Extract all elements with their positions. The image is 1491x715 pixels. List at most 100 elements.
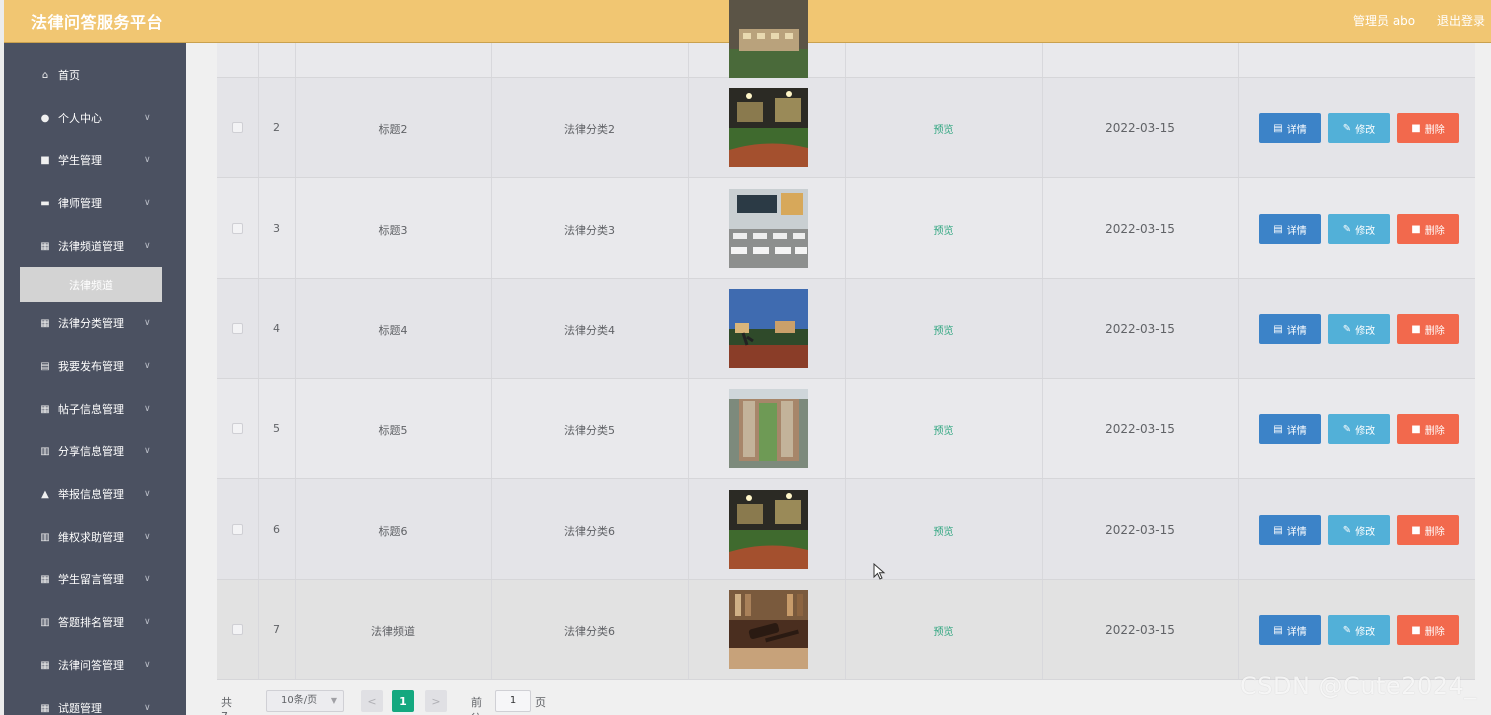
table-row: 2 标题2 法律分类2 预览 2022-03-15 ▤ 详情 ✎ 修改 ■ 删除 [217, 78, 1475, 178]
delete-button[interactable]: ■ 删除 [1397, 414, 1459, 444]
sidebar-item[interactable]: ▦ 法律分类管理 ∨ [4, 303, 186, 343]
row-image [729, 88, 808, 167]
sidebar-subitem-law-channel[interactable]: 法律频道 [20, 267, 162, 302]
trash-icon: ■ [1411, 524, 1421, 536]
detail-button[interactable]: ▤ 详情 [1259, 314, 1321, 344]
edit-button[interactable]: ✎ 修改 [1328, 414, 1390, 444]
chevron-down-icon: ∨ [144, 318, 151, 328]
row-category: 法律分类3 [564, 224, 615, 237]
sidebar-item[interactable]: ▦ 帖子信息管理 ∨ [4, 389, 186, 429]
preview-link[interactable]: 预览 [845, 322, 1042, 337]
table-row: 3 标题3 法律分类3 预览 2022-03-15 ▤ 详情 ✎ 修改 ■ 删除 [217, 178, 1475, 279]
apps-icon: ▦ [40, 403, 50, 415]
apps-icon: ▦ [40, 702, 50, 714]
edit-button[interactable]: ✎ 修改 [1328, 314, 1390, 344]
sidebar-item[interactable]: ▦ 学生留言管理 ∨ [4, 559, 186, 599]
document-icon: ▤ [1273, 122, 1283, 134]
edit-button-label: 修改 [1355, 425, 1376, 437]
sidebar: 法律频道 ⌂ 首页 ● 个人中心 ∨ ■ 学生管理 ∨ ▬ 律师管理 ∨ ▦ 法律频道管理 ∨ ▦ 法律分类管… [4, 43, 186, 715]
sidebar-item[interactable]: ▥ 答题排名管理 ∨ [4, 602, 186, 642]
sidebar-item-label: 举报信息管理 [58, 488, 124, 501]
row-date: 2022-03-15 [1105, 623, 1175, 637]
edit-button[interactable]: ✎ 修改 [1328, 615, 1390, 645]
detail-button[interactable]: ▤ 详情 [1259, 515, 1321, 545]
preview-link[interactable]: 预览 [845, 422, 1042, 437]
delete-button[interactable]: ■ 删除 [1397, 615, 1459, 645]
chevron-down-icon: ∨ [144, 489, 151, 499]
sidebar-item[interactable]: ▦ 试题管理 ∨ [4, 688, 186, 715]
sidebar-item-label: 首页 [58, 69, 80, 82]
main-content: 2 标题2 法律分类2 预览 2022-03-15 ▤ 详情 ✎ 修改 ■ 删除 3 标题3 法律分类3 预… [186, 0, 1491, 715]
document-icon: ▤ [1273, 223, 1283, 235]
delete-button-label: 删除 [1424, 526, 1445, 538]
sidebar-item[interactable]: ▦ 法律问答管理 ∨ [4, 645, 186, 685]
goto-page-input[interactable]: 1 [495, 690, 531, 712]
detail-button[interactable]: ▤ 详情 [1259, 214, 1321, 244]
preview-link[interactable]: 预览 [845, 121, 1042, 136]
edit-button[interactable]: ✎ 修改 [1328, 515, 1390, 545]
row-date: 2022-03-15 [1105, 121, 1175, 135]
delete-button-label: 删除 [1424, 425, 1445, 437]
detail-button[interactable]: ▤ 详情 [1259, 615, 1321, 645]
pencil-icon: ✎ [1342, 624, 1352, 636]
detail-button[interactable]: ▤ 详情 [1259, 113, 1321, 143]
sidebar-item[interactable]: ▥ 分享信息管理 ∨ [4, 431, 186, 471]
delete-button[interactable]: ■ 删除 [1397, 515, 1459, 545]
sidebar-item-label: 帖子信息管理 [58, 403, 124, 416]
page-size-select[interactable]: 10条/页 ▼ [266, 690, 344, 712]
row-image [729, 490, 808, 569]
edit-button-label: 修改 [1355, 526, 1376, 538]
page-number-current[interactable]: 1 [392, 690, 414, 712]
preview-link[interactable]: 预览 [845, 623, 1042, 638]
watermark: CSDN @Cute2024_ [1240, 672, 1477, 700]
chevron-down-icon: ∨ [144, 574, 151, 584]
detail-button[interactable]: ▤ 详情 [1259, 414, 1321, 444]
pencil-icon: ✎ [1342, 122, 1352, 134]
sidebar-item[interactable]: ▲ 举报信息管理 ∨ [4, 474, 186, 514]
sidebar-item[interactable]: ▬ 律师管理 ∨ [4, 183, 186, 223]
row-category: 法律分类5 [564, 424, 615, 437]
goto-unit-label: 页 [535, 696, 546, 709]
next-page-button[interactable]: > [425, 690, 447, 712]
row-checkbox[interactable] [232, 423, 243, 434]
chevron-down-icon: ∨ [144, 532, 151, 542]
logout-link[interactable]: 退出登录 [1437, 14, 1485, 28]
row-checkbox[interactable] [232, 122, 243, 133]
detail-button-label: 详情 [1286, 325, 1307, 337]
chevron-down-icon: ∨ [144, 404, 151, 414]
row-image [729, 289, 808, 368]
row-title: 标题4 [378, 324, 408, 337]
row-checkbox[interactable] [232, 624, 243, 635]
delete-button[interactable]: ■ 删除 [1397, 214, 1459, 244]
delete-button[interactable]: ■ 删除 [1397, 314, 1459, 344]
preview-link[interactable]: 预览 [845, 222, 1042, 237]
mouse-cursor-icon [873, 563, 886, 580]
sidebar-item[interactable]: ⌂ 首页 [4, 55, 186, 95]
document-icon: ▥ [40, 445, 50, 457]
sidebar-item[interactable]: ▤ 我要发布管理 ∨ [4, 346, 186, 386]
row-index: 2 [273, 121, 280, 134]
row-checkbox[interactable] [232, 524, 243, 535]
sidebar-item[interactable]: ● 个人中心 ∨ [4, 98, 186, 138]
sidebar-item[interactable]: ■ 学生管理 ∨ [4, 140, 186, 180]
preview-link[interactable]: 预览 [845, 523, 1042, 538]
chevron-down-icon: ∨ [144, 113, 151, 123]
prev-page-button[interactable]: < [361, 690, 383, 712]
document-icon: ▤ [1273, 423, 1283, 435]
trash-icon: ■ [1411, 122, 1421, 134]
row-date: 2022-03-15 [1105, 523, 1175, 537]
pencil-icon: ✎ [1342, 323, 1352, 335]
sidebar-item[interactable]: ▦ 法律频道管理 ∨ [4, 226, 186, 266]
row-category: 法律分类6 [564, 525, 615, 538]
table-row [217, 0, 1475, 78]
sidebar-item[interactable]: ▥ 维权求助管理 ∨ [4, 517, 186, 557]
edit-button[interactable]: ✎ 修改 [1328, 113, 1390, 143]
chevron-down-icon: ∨ [144, 198, 151, 208]
trash-icon: ■ [1411, 624, 1421, 636]
edit-button[interactable]: ✎ 修改 [1328, 214, 1390, 244]
chart-icon: ▥ [40, 531, 50, 543]
row-checkbox[interactable] [232, 223, 243, 234]
sidebar-item-label: 学生留言管理 [58, 573, 124, 586]
row-checkbox[interactable] [232, 323, 243, 334]
delete-button[interactable]: ■ 删除 [1397, 113, 1459, 143]
